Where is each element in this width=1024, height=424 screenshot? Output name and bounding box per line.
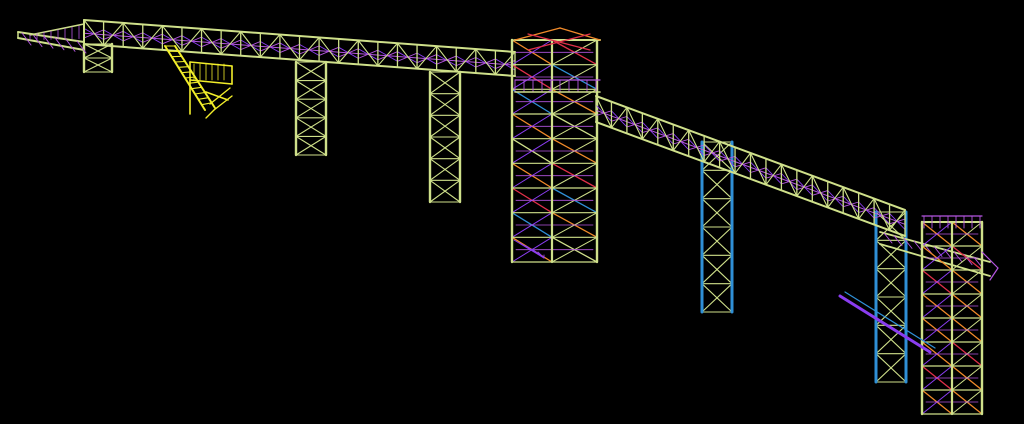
stair-tread — [174, 60, 186, 63]
cad-viewport — [0, 0, 1024, 424]
stair-tread — [177, 66, 189, 68]
conveyor-structure-wireframe — [0, 0, 1024, 424]
